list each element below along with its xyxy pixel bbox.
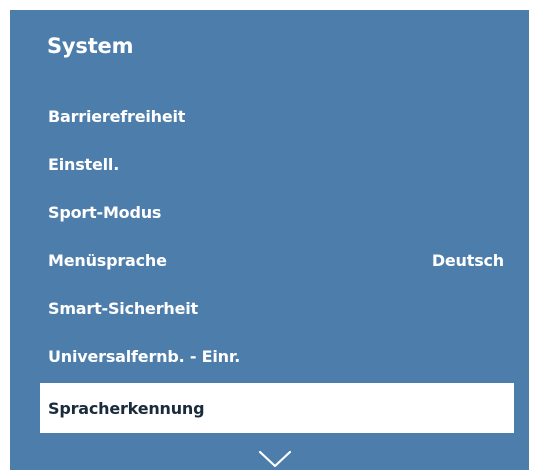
system-menu-panel: System Barrierefreiheit Einstell. Sport-… [10,10,529,470]
menu-item-label: Menüsprache [48,250,167,270]
menu-item-label: Sport-Modus [48,202,162,222]
menu-item-spracherkennung[interactable]: Spracherkennung [40,383,514,433]
menu-item-universalfernbedienung[interactable]: Universalfernb. - Einr. [40,332,514,380]
menu-item-label: Smart-Sicherheit [48,298,198,318]
menu-item-value: Deutsch [431,250,504,270]
menu-item-label: Universalfernb. - Einr. [48,346,241,366]
menu-item-barrierefreiheit[interactable]: Barrierefreiheit [40,92,514,140]
menu-item-einstell[interactable]: Einstell. [40,140,514,188]
menu-item-menuesprache[interactable]: Menüsprache Deutsch [40,236,514,284]
chevron-down-icon[interactable] [258,450,292,468]
menu-item-label: Einstell. [48,154,120,174]
menu-item-label: Barrierefreiheit [48,106,186,126]
menu-item-label: Spracherkennung [48,398,205,418]
menu-title: System [47,34,134,58]
menu-item-smart-sicherheit[interactable]: Smart-Sicherheit [40,284,514,332]
menu-item-sport-modus[interactable]: Sport-Modus [40,188,514,236]
